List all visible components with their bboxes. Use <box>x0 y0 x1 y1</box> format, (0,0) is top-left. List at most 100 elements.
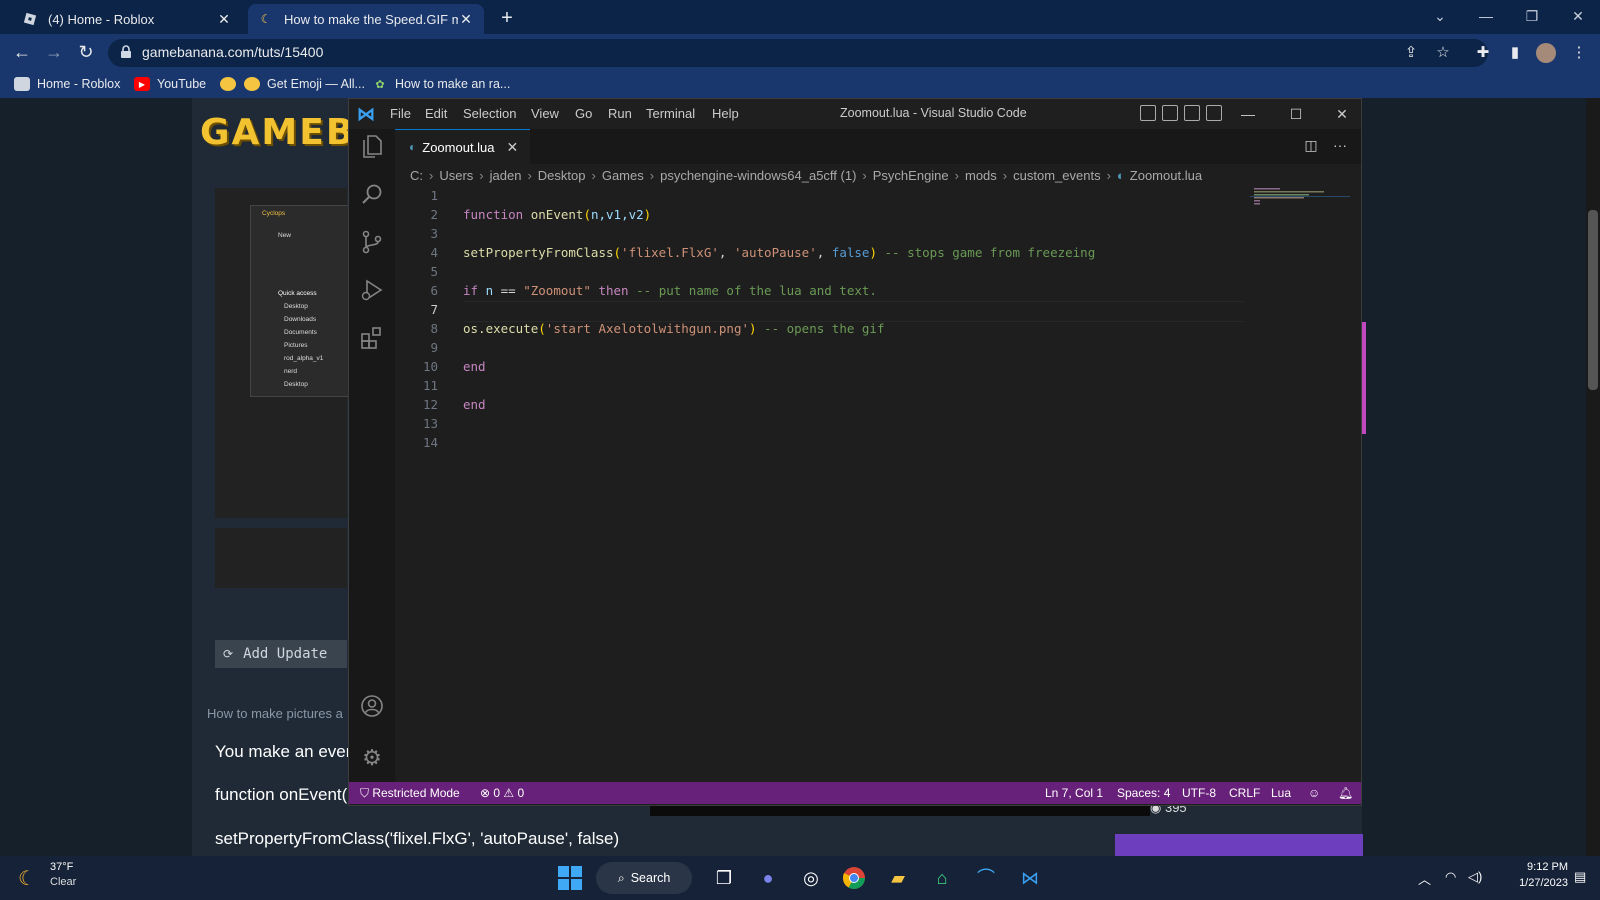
bookmark-youtube[interactable]: ▶ YouTube <box>134 75 206 93</box>
menu-file[interactable]: File <box>390 106 411 121</box>
breadcrumb-item[interactable]: psychengine-windows64_a5cff (1) <box>660 168 856 183</box>
menu-view[interactable]: View <box>531 106 559 121</box>
editor-tab-zoomout[interactable]: ◐ Zoomout.lua ✕ <box>395 129 530 164</box>
extensions-icon[interactable]: ✚ <box>1472 42 1494 64</box>
code-line[interactable]: setPropertyFromClass('flixel.FlxG', 'aut… <box>463 245 1095 260</box>
task-view-icon[interactable]: ❐ <box>710 864 738 892</box>
menu-run[interactable]: Run <box>608 106 632 121</box>
profile-avatar[interactable] <box>1536 43 1556 63</box>
vscode-close-button[interactable]: ✕ <box>1328 103 1356 125</box>
menu-selection[interactable]: Selection <box>463 106 516 121</box>
android-app-icon[interactable]: ⌂ <box>928 864 956 892</box>
indentation[interactable]: Spaces: 4 <box>1117 786 1170 800</box>
minimize-button[interactable]: — <box>1466 4 1506 28</box>
bookmark-star-icon[interactable]: ☆ <box>1432 42 1454 64</box>
breadcrumb-item[interactable]: Users <box>439 168 473 183</box>
reload-icon[interactable]: ↻ <box>74 40 98 64</box>
code-line[interactable]: end <box>463 397 486 412</box>
taskbar-search[interactable]: ⌕ Search <box>596 862 692 894</box>
ad-thumbnail[interactable] <box>1115 834 1363 856</box>
tab-search-icon[interactable]: ⌄ <box>1420 4 1460 28</box>
toggle-primary-sidebar-icon[interactable] <box>1140 105 1156 121</box>
clock-date[interactable]: 1/27/2023 <box>1496 877 1568 889</box>
close-editor-icon[interactable]: ✕ <box>507 139 519 156</box>
end-of-line[interactable]: CRLF <box>1229 786 1260 800</box>
breadcrumb-item[interactable]: custom_events <box>1013 168 1100 183</box>
url-text[interactable]: gamebanana.com/tuts/15400 <box>142 44 323 60</box>
close-tab-icon[interactable]: ✕ <box>458 11 474 28</box>
explorer-icon[interactable] <box>356 134 388 166</box>
breadcrumb-item[interactable]: jaden <box>490 168 522 183</box>
editor-scrollbar[interactable] <box>1350 186 1360 776</box>
search-icon[interactable] <box>356 182 388 214</box>
chrome-icon[interactable] <box>840 864 868 892</box>
side-panel-icon[interactable]: ▮ <box>1504 42 1526 64</box>
volume-icon[interactable]: ◁) <box>1468 869 1482 885</box>
source-control-icon[interactable] <box>356 230 388 262</box>
split-editor-icon[interactable]: ◫ <box>1303 137 1319 153</box>
minimap[interactable] <box>1250 186 1350 210</box>
file-explorer-icon[interactable]: ▰ <box>884 864 912 892</box>
accounts-icon[interactable] <box>356 694 388 726</box>
windows-start-icon[interactable] <box>558 866 582 890</box>
close-tab-icon[interactable]: ✕ <box>216 11 232 28</box>
clock-time[interactable]: 9:12 PM <box>1496 861 1568 873</box>
breadcrumb-item[interactable]: Zoomout.lua <box>1130 168 1202 183</box>
settings-gear-icon[interactable]: ⚙ <box>356 742 388 774</box>
vscode-maximize-button[interactable]: ☐ <box>1282 103 1310 125</box>
breadcrumb-item[interactable]: C: <box>410 168 423 183</box>
bookmark-emoji[interactable] <box>220 75 243 93</box>
encoding[interactable]: UTF-8 <box>1182 786 1216 800</box>
arc-app-icon[interactable]: ⌒ <box>972 864 1000 892</box>
run-debug-icon[interactable] <box>356 278 388 310</box>
show-hidden-icons[interactable]: ︿ <box>1418 869 1431 888</box>
customize-layout-icon[interactable] <box>1206 105 1222 121</box>
teams-chat-icon[interactable]: ● <box>754 864 782 892</box>
wifi-icon[interactable]: ◠ <box>1445 869 1456 885</box>
bookmark-roblox[interactable]: Home - Roblox <box>14 75 120 93</box>
bookmark-how-to[interactable]: ✿ How to make an ra... <box>372 75 510 93</box>
menu-edit[interactable]: Edit <box>425 106 447 121</box>
notification-center-icon[interactable]: ▤ <box>1574 869 1586 885</box>
forward-icon[interactable]: → <box>42 40 66 64</box>
browser-tab-roblox[interactable]: (4) Home - Roblox ✕ <box>12 4 242 34</box>
menu-help[interactable]: Help <box>712 106 739 121</box>
code-line[interactable]: function onEvent(n,v1,v2) <box>463 207 651 222</box>
extensions-icon[interactable] <box>356 326 388 358</box>
breadcrumb-item[interactable]: PsychEngine <box>873 168 949 183</box>
restricted-mode-indicator[interactable]: ⛉ Restricted Mode <box>360 786 460 801</box>
toggle-panel-icon[interactable] <box>1162 105 1178 121</box>
restore-button[interactable]: ❐ <box>1512 4 1552 28</box>
menu-terminal[interactable]: Terminal <box>646 106 695 121</box>
menu-go[interactable]: Go <box>575 106 592 121</box>
weather-condition[interactable]: Clear <box>50 876 76 888</box>
page-scrollbar-thumb[interactable] <box>1588 210 1598 390</box>
back-icon[interactable]: ← <box>10 40 34 64</box>
lock-icon[interactable] <box>120 45 132 59</box>
obs-icon[interactable]: ◎ <box>797 864 825 892</box>
breadcrumb-item[interactable]: Desktop <box>538 168 586 183</box>
code-line[interactable]: os.execute('start Axelotolwithgun.png') … <box>463 321 884 336</box>
vscode-minimize-button[interactable]: — <box>1234 103 1262 125</box>
gamebanana-logo[interactable]: GAMEB <box>200 112 355 153</box>
language-mode[interactable]: Lua <box>1271 786 1291 800</box>
problems-indicator[interactable]: ⊗ 0 ⚠ 0 <box>480 786 524 800</box>
breadcrumb-item[interactable]: mods <box>965 168 997 183</box>
cursor-position[interactable]: Ln 7, Col 1 <box>1045 786 1103 800</box>
bookmark-get-emoji[interactable]: Get Emoji — All... <box>244 75 365 93</box>
share-icon[interactable]: ⇪ <box>1400 42 1422 64</box>
browser-tab-gamebanana[interactable]: ☾ How to make the Speed.GIF mec ✕ <box>248 4 484 34</box>
more-actions-icon[interactable]: ··· <box>1330 137 1350 153</box>
screenshot-thumbnails[interactable] <box>215 528 347 588</box>
notifications-bell-icon[interactable]: 🔔︎ <box>1338 786 1353 800</box>
new-tab-button[interactable]: + <box>494 6 520 32</box>
close-window-button[interactable]: ✕ <box>1558 4 1598 28</box>
breadcrumb-item[interactable]: Games <box>602 168 644 183</box>
vscode-taskbar-icon[interactable]: ⋈ <box>1016 864 1044 892</box>
more-menu-icon[interactable]: ⋮ <box>1568 42 1590 64</box>
code-line[interactable]: if n == "Zoomout" then -- put name of th… <box>463 283 877 298</box>
feedback-icon[interactable]: ☺ <box>1308 786 1320 800</box>
add-update-button[interactable]: ⟳ Add Update <box>215 640 347 668</box>
toggle-secondary-sidebar-icon[interactable] <box>1184 105 1200 121</box>
code-line[interactable]: end <box>463 359 486 374</box>
